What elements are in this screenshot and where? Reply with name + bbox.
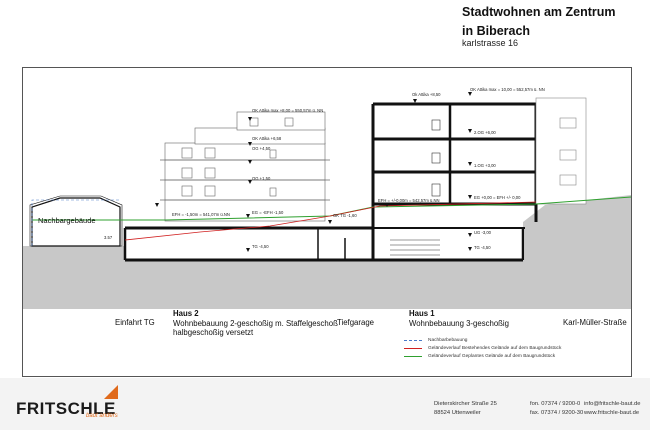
level-haus1-efh: EFH = +/-0,00m = 542,57m ü.NN [378, 198, 440, 203]
caption-haus2-line2: halbgeschoßig versetzt [173, 328, 254, 337]
haus-1-background [535, 97, 587, 205]
level-haus2-efh: EFH = -1,50m = 541,07m ü.NN [172, 212, 230, 217]
caption-street: Karl-Müller-Straße [563, 318, 627, 327]
footer-contact: info@fritschle-baut.de www.fritschle-bau… [584, 400, 640, 418]
caption-haus1-title: Haus 1 [409, 309, 435, 318]
neighbor-level: 3.57 [104, 235, 113, 240]
level-haus1-tg: TG -4,50 [474, 245, 491, 250]
level-haus1-attika-max: OK Attika max = 10,00 = 552,57m ü. NN [470, 87, 545, 92]
garage-void [125, 228, 525, 260]
level-haus2-tg: TG -4,50 [252, 244, 269, 249]
section-drawing [23, 92, 632, 309]
legend: Nachbarbebauung Geländeverlauf Bestehend… [404, 336, 634, 360]
level-haus1-attika: Ok Attika +8,50 [412, 92, 441, 97]
caption-haus1: Haus 1 Wohnbebauung 3-geschoßig [409, 309, 509, 328]
level-tg-top: OK TG -1,60 [333, 213, 357, 218]
caption-tiefgarage: Tiefgarage [337, 318, 374, 327]
level-haus2-eg: EG = -EFH -1,50 [252, 210, 284, 215]
caption-haus2: Haus 2 Wohnbebauung 2-geschoßig m. Staff… [173, 309, 338, 338]
footer-phone-fax: fon. 07374 / 9200-0 fax. 07374 / 9200-30 [530, 401, 584, 416]
caption-haus2-line1: Wohnbebauung 2-geschoßig m. Staffelgesch… [173, 318, 338, 328]
caption-haus2-title: Haus 2 [173, 309, 199, 318]
neighbor-label: Nachbargebäude [38, 216, 96, 225]
legend-item: Nachbarbebauung [404, 336, 634, 344]
footer-address: Dieterskircher Straße 25 88524 Uttenweil… [434, 401, 497, 416]
haus-2-structure [164, 111, 326, 222]
level-haus2-og2: OG +4,50 [252, 146, 271, 151]
level-haus1-1og: 1.OG +3,00 [474, 163, 496, 168]
caption-haus1-line1: Wohnbebauung 3-geschoßig [409, 318, 509, 328]
web-link[interactable]: www.fritschle-baut.de [584, 409, 640, 418]
logo-triangle-icon [104, 385, 118, 399]
level-haus2-attika-max: OK Attika max +8,00 = 550,57m ü. NN [252, 108, 324, 113]
caption-einfahrt: Einfahrt TG [115, 318, 155, 327]
plan-sheet: Stadtwohnen am Zentrum in Biberach karls… [0, 0, 650, 430]
company-tagline: baut anders [86, 413, 118, 419]
level-haus2-og1: OG +1,50 [252, 176, 271, 181]
level-haus1-eg: EG +0,00 = EFH +/- 0,00 [474, 195, 521, 200]
legend-item: Geländeverlauf Bestehendes Gelände auf d… [404, 344, 634, 352]
level-haus1-ug: UG -3,00 [474, 230, 491, 235]
level-haus1-2og: 2.OG +6,00 [474, 130, 496, 135]
email-link[interactable]: info@fritschle-baut.de [584, 400, 640, 409]
level-haus2-attika: OK Attika +6,58 [252, 136, 282, 141]
legend-item: Geländeverlauf Geplantes Gelände auf dem… [404, 352, 634, 360]
